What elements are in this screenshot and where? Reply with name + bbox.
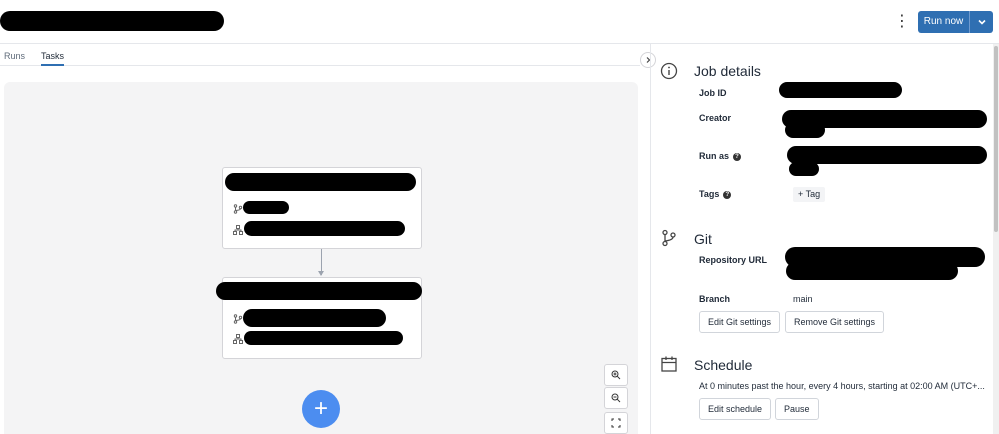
more-vertical-icon[interactable]: ⋮ <box>894 12 910 32</box>
run-now-button[interactable]: Run now <box>918 11 970 33</box>
calendar-icon <box>661 356 677 372</box>
pause-schedule-button[interactable]: Pause <box>775 398 819 420</box>
run-as-redacted <box>787 146 987 164</box>
info-icon <box>660 62 678 80</box>
cluster-redacted <box>244 221 405 236</box>
git-branch-icon <box>233 314 243 324</box>
branch-redacted <box>243 309 386 327</box>
creator-label: Creator <box>699 113 732 123</box>
git-branch-icon <box>233 204 243 214</box>
fit-view-icon <box>611 418 621 428</box>
tab-runs[interactable]: Runs <box>4 51 25 61</box>
remove-git-settings-button[interactable]: Remove Git settings <box>785 311 885 333</box>
chevron-down-icon <box>977 19 986 25</box>
zoom-out-icon <box>611 393 621 403</box>
tab-tasks[interactable]: Tasks <box>41 51 65 66</box>
branch-label: Branch <box>699 294 731 304</box>
repository-url-redacted-tail <box>786 262 958 280</box>
run-as-label: Run as? <box>699 151 742 161</box>
cluster-icon <box>233 225 243 235</box>
run-now-dropdown-button[interactable] <box>970 11 993 33</box>
run-now-button-group: Run now <box>918 11 993 33</box>
cluster-icon <box>233 334 243 344</box>
schedule-title: Schedule <box>694 357 753 373</box>
job-id-label: Job ID <box>699 88 727 98</box>
job-id-redacted <box>779 82 902 98</box>
cluster-redacted <box>244 331 403 345</box>
help-icon[interactable]: ? <box>723 191 732 199</box>
task-name-redacted <box>225 173 416 191</box>
run-as-redacted-tail <box>789 162 819 176</box>
branch-redacted <box>243 201 289 214</box>
job-details-title: Job details <box>694 63 761 79</box>
git-branch-icon <box>662 229 676 247</box>
zoom-in-icon <box>611 370 621 380</box>
schedule-description: At 0 minutes past the hour, every 4 hour… <box>699 381 985 391</box>
tags-label: Tags? <box>699 189 732 199</box>
job-title-redacted <box>0 11 224 31</box>
zoom-in-button[interactable] <box>604 364 628 386</box>
branch-value: main <box>793 294 813 304</box>
connector-arrow-icon <box>318 271 324 276</box>
fit-view-button[interactable] <box>604 412 628 434</box>
git-title: Git <box>694 231 712 247</box>
run-as-label-text: Run as <box>699 151 730 161</box>
panel-scrollbar-thumb[interactable] <box>994 46 998 232</box>
help-icon[interactable]: ? <box>733 153 742 161</box>
creator-redacted-tail <box>785 122 825 138</box>
repository-url-label: Repository URL <box>699 255 768 265</box>
task-name-redacted <box>216 282 422 300</box>
add-tag-button[interactable]: + Tag <box>793 187 826 202</box>
add-task-button[interactable]: + <box>302 390 340 428</box>
page-header: ⋮ Run now <box>0 0 999 44</box>
zoom-out-button[interactable] <box>604 387 628 409</box>
edit-git-settings-button[interactable]: Edit Git settings <box>699 311 781 333</box>
tab-bar: Runs Tasks <box>0 44 640 66</box>
tags-label-text: Tags <box>699 189 720 199</box>
edit-schedule-button[interactable]: Edit schedule <box>699 398 772 420</box>
